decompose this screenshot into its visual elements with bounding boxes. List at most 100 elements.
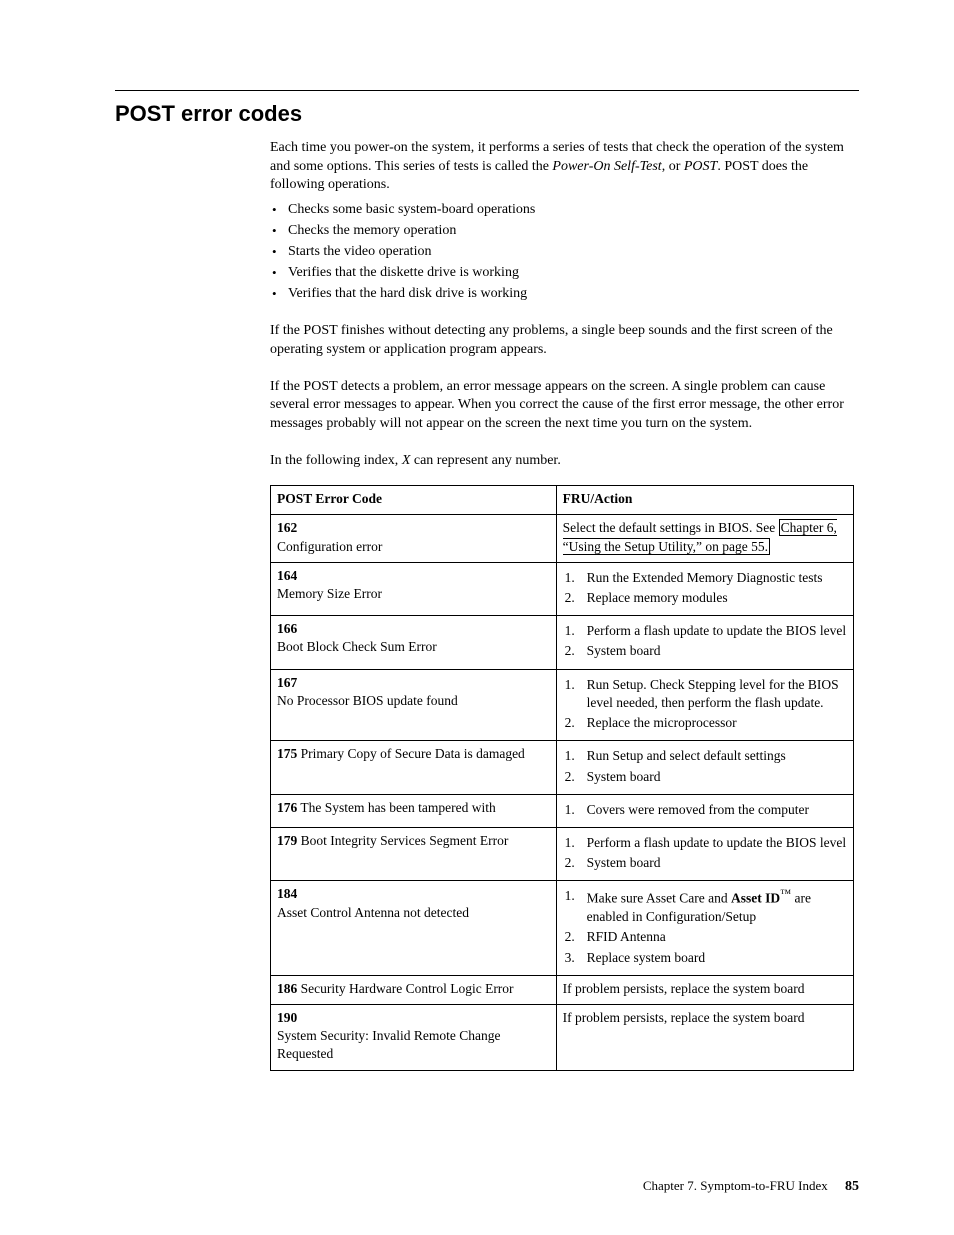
code-cell: 167 No Processor BIOS update found — [271, 669, 557, 741]
table-row: 166 Boot Block Check Sum Error Perform a… — [271, 616, 854, 669]
page: POST error codes Each time you power-on … — [0, 0, 954, 1235]
term-post: POST — [684, 159, 717, 174]
body-content: Each time you power-on the system, it pe… — [270, 139, 854, 1071]
action-steps: Make sure Asset Care and Asset ID™ are e… — [563, 887, 847, 966]
action-text: If problem persists, replace the system … — [563, 1010, 805, 1025]
action-steps: Run Setup. Check Stepping level for the … — [563, 676, 847, 733]
action-cell: If problem persists, replace the system … — [556, 1005, 853, 1071]
header-fru-action: FRU/Action — [556, 486, 853, 515]
code-cell: 179 Boot Integrity Services Segment Erro… — [271, 828, 557, 881]
code-cell: 176 The System has been tampered with — [271, 794, 557, 827]
action-cell: If problem persists, replace the system … — [556, 975, 853, 1004]
step: Run Setup. Check Stepping level for the … — [563, 676, 847, 712]
code-cell: 162 Configuration error — [271, 515, 557, 562]
action-cell: Select the default settings in BIOS. See… — [556, 515, 853, 562]
error-description: Memory Size Error — [277, 586, 382, 601]
action-cell: Covers were removed from the computer — [556, 794, 853, 827]
step: RFID Antenna — [563, 928, 847, 946]
table-row: 175 Primary Copy of Secure Data is damag… — [271, 741, 854, 794]
table-row: 179 Boot Integrity Services Segment Erro… — [271, 828, 854, 881]
horizontal-rule — [115, 90, 859, 91]
action-steps: Perform a flash update to update the BIO… — [563, 622, 847, 660]
text: , or — [662, 159, 684, 174]
error-description: Asset Control Antenna not detected — [277, 905, 469, 920]
table-row: 167 No Processor BIOS update found Run S… — [271, 669, 854, 741]
list-item: Checks the memory operation — [270, 222, 854, 241]
code-cell: 184 Asset Control Antenna not detected — [271, 881, 557, 975]
step: System board — [563, 642, 847, 660]
error-description: Boot Integrity Services Segment Error — [301, 833, 509, 848]
section-heading: POST error codes — [115, 99, 859, 129]
action-cell: Perform a flash update to update the BIO… — [556, 828, 853, 881]
error-code: 162 — [277, 520, 297, 535]
action-cell: Perform a flash update to update the BIO… — [556, 616, 853, 669]
error-code: 190 — [277, 1010, 297, 1025]
action-cell: Run Setup and select default settings Sy… — [556, 741, 853, 794]
error-description: Primary Copy of Secure Data is damaged — [301, 746, 525, 761]
step: Run Setup and select default settings — [563, 747, 847, 765]
intro-paragraph-3: If the POST detects a problem, an error … — [270, 378, 854, 435]
list-item: Checks some basic system-board operation… — [270, 201, 854, 220]
code-cell: 190 System Security: Invalid Remote Chan… — [271, 1005, 557, 1071]
list-item: Verifies that the hard disk drive is wor… — [270, 285, 854, 304]
text: Make sure Asset Care and — [587, 891, 731, 906]
error-code: 186 — [277, 981, 297, 996]
asset-id-bold: Asset ID — [731, 891, 780, 906]
action-cell: Run the Extended Memory Diagnostic tests… — [556, 562, 853, 615]
step: Make sure Asset Care and Asset ID™ are e… — [563, 887, 847, 926]
action-steps: Run Setup and select default settings Sy… — [563, 747, 847, 785]
table-row: 164 Memory Size Error Run the Extended M… — [271, 562, 854, 615]
table-row: 184 Asset Control Antenna not detected M… — [271, 881, 854, 975]
code-cell: 166 Boot Block Check Sum Error — [271, 616, 557, 669]
action-text: Select the default settings in BIOS. See — [563, 520, 776, 535]
error-code: 179 — [277, 833, 297, 848]
intro-paragraph-4: In the following index, X can represent … — [270, 452, 854, 471]
error-description: Boot Block Check Sum Error — [277, 639, 437, 654]
footer-chapter: Chapter 7. Symptom-to-FRU Index — [643, 1178, 828, 1193]
table-row: 190 System Security: Invalid Remote Chan… — [271, 1005, 854, 1071]
code-cell: 175 Primary Copy of Secure Data is damag… — [271, 741, 557, 794]
step: System board — [563, 768, 847, 786]
footer-page-number: 85 — [845, 1179, 859, 1194]
action-text: If problem persists, replace the system … — [563, 981, 805, 996]
error-code: 167 — [277, 675, 297, 690]
header-post-error-code: POST Error Code — [271, 486, 557, 515]
error-code: 164 — [277, 568, 297, 583]
list-item: Verifies that the diskette drive is work… — [270, 264, 854, 283]
text: can represent any number. — [410, 453, 560, 468]
error-description: System Security: Invalid Remote Change R… — [277, 1028, 500, 1061]
table-row: 162 Configuration error Select the defau… — [271, 515, 854, 562]
table-row: 186 Security Hardware Control Logic Erro… — [271, 975, 854, 1004]
step: Replace memory modules — [563, 589, 847, 607]
error-code: 184 — [277, 886, 297, 901]
step: Replace system board — [563, 949, 847, 967]
term-power-on-self-test: Power-On Self-Test — [552, 159, 661, 174]
error-code: 166 — [277, 621, 297, 636]
code-cell: 186 Security Hardware Control Logic Erro… — [271, 975, 557, 1004]
action-cell: Run Setup. Check Stepping level for the … — [556, 669, 853, 741]
intro-paragraph-1: Each time you power-on the system, it pe… — [270, 139, 854, 196]
error-description: No Processor BIOS update found — [277, 693, 458, 708]
post-error-table: POST Error Code FRU/Action 162 Configura… — [270, 485, 854, 1071]
error-description: Security Hardware Control Logic Error — [301, 981, 514, 996]
step: System board — [563, 854, 847, 872]
table-header-row: POST Error Code FRU/Action — [271, 486, 854, 515]
intro-paragraph-2: If the POST finishes without detecting a… — [270, 322, 854, 360]
step: Covers were removed from the computer — [563, 801, 847, 819]
action-steps: Perform a flash update to update the BIO… — [563, 834, 847, 872]
post-operations-list: Checks some basic system-board operation… — [270, 201, 854, 303]
step: Replace the microprocessor — [563, 714, 847, 732]
action-steps: Run the Extended Memory Diagnostic tests… — [563, 569, 847, 607]
error-code: 175 — [277, 746, 297, 761]
table-row: 176 The System has been tampered with Co… — [271, 794, 854, 827]
action-steps: Covers were removed from the computer — [563, 801, 847, 819]
step: Perform a flash update to update the BIO… — [563, 622, 847, 640]
trademark-symbol: ™ — [780, 888, 791, 900]
list-item: Starts the video operation — [270, 243, 854, 262]
step: Perform a flash update to update the BIO… — [563, 834, 847, 852]
text: In the following index, — [270, 453, 402, 468]
code-cell: 164 Memory Size Error — [271, 562, 557, 615]
error-description: Configuration error — [277, 539, 382, 554]
error-description: The System has been tampered with — [300, 800, 495, 815]
step: Run the Extended Memory Diagnostic tests — [563, 569, 847, 587]
